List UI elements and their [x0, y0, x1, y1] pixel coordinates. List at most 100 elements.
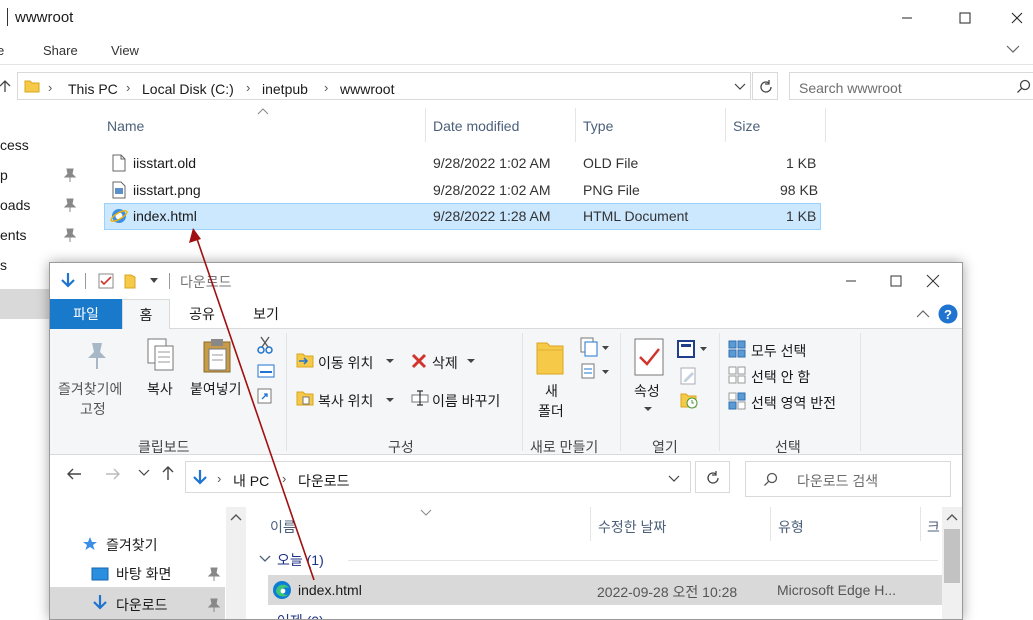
front-address-bar[interactable]: › 내 PC › 다운로드 [185, 461, 691, 493]
collapse-ribbon-icon[interactable] [916, 309, 930, 319]
back-arrow-icon[interactable] [66, 467, 82, 481]
properties-label[interactable]: 속성 [634, 381, 660, 401]
minimize-button[interactable] [828, 265, 874, 297]
nav-downloads[interactable]: 다운로드 [116, 595, 168, 615]
column-name[interactable]: Name [107, 118, 144, 134]
group-collapse-icon[interactable] [259, 555, 271, 563]
up-arrow-icon[interactable] [161, 465, 175, 481]
properties-icon[interactable] [633, 337, 665, 377]
new-folder-label-2[interactable]: 폴더 [538, 401, 564, 421]
column-type[interactable]: Type [583, 118, 613, 134]
select-none-icon[interactable] [728, 366, 746, 384]
delete-label[interactable]: 삭제 [432, 353, 458, 373]
nav-pictures[interactable]: s [0, 257, 7, 273]
new-item-icon[interactable] [580, 337, 610, 357]
back-address-bar[interactable]: › This PC › Local Disk (C:) › inetpub › … [17, 72, 751, 100]
scroll-thumb[interactable] [944, 529, 960, 583]
minimize-button[interactable] [884, 2, 930, 34]
recent-locations-icon[interactable] [138, 469, 150, 477]
breadcrumb-downloads[interactable]: 다운로드 [298, 471, 350, 491]
select-all-label[interactable]: 모두 선택 [751, 341, 806, 361]
copy-label[interactable]: 복사 [147, 379, 173, 399]
copy-icon[interactable] [146, 337, 176, 373]
tab-view[interactable]: View [111, 43, 139, 58]
select-none-label[interactable]: 선택 안 함 [751, 367, 810, 387]
column-size[interactable]: 크 [927, 517, 940, 537]
address-dropdown-icon[interactable] [668, 475, 680, 483]
address-dropdown-icon[interactable] [734, 83, 746, 91]
new-folder-quick-icon[interactable] [124, 273, 136, 289]
move-to-label[interactable]: 이동 위치 [318, 353, 373, 373]
maximize-button[interactable] [942, 2, 988, 34]
tab-share[interactable]: 공유 [176, 299, 228, 329]
refresh-button[interactable] [695, 461, 730, 493]
delete-icon[interactable] [411, 353, 427, 369]
up-arrow-icon[interactable] [0, 79, 12, 93]
back-search-box[interactable]: Search wwwroot [789, 72, 1033, 100]
new-folder-label-1[interactable]: 새 [545, 381, 558, 401]
paste-icon[interactable] [202, 337, 234, 375]
group-header-today[interactable]: 오늘 (1) [277, 550, 324, 570]
help-icon[interactable]: ? [938, 304, 958, 324]
pin-icon[interactable] [64, 228, 76, 242]
nav-documents[interactable]: ents [0, 227, 26, 243]
breadcrumb-local-disk[interactable]: Local Disk (C:) [142, 81, 234, 97]
tab-view[interactable]: 보기 [240, 299, 292, 329]
paste-shortcut-icon[interactable] [257, 386, 273, 404]
copy-to-label[interactable]: 복사 위치 [318, 391, 373, 411]
quick-access-dropdown-icon[interactable] [150, 278, 158, 284]
forward-arrow-icon[interactable] [105, 467, 121, 481]
pin-to-quick-access-icon[interactable] [83, 341, 111, 371]
nav-desktop[interactable]: p [0, 167, 8, 183]
new-folder-icon[interactable] [535, 337, 565, 377]
select-all-icon[interactable] [728, 340, 746, 358]
column-name[interactable]: 이름 [270, 517, 296, 537]
close-button[interactable] [910, 265, 956, 297]
breadcrumb-this-pc[interactable]: This PC [68, 81, 118, 97]
tab-home[interactable]: 홈 [122, 299, 170, 330]
file-row[interactable]: iisstart.old 9/28/2022 1:02 AM OLD File … [104, 150, 821, 177]
nav-favorites[interactable]: 즐겨찾기 [106, 535, 158, 555]
move-to-dropdown-icon[interactable] [386, 359, 394, 364]
paste-label[interactable]: 붙여넣기 [190, 379, 242, 399]
tab-share[interactable]: Share [43, 43, 78, 58]
copy-to-dropdown-icon[interactable] [386, 398, 394, 403]
nav-scrollbar[interactable] [226, 507, 246, 619]
nav-downloads[interactable]: oads [0, 197, 30, 213]
nav-desktop[interactable]: 바탕 화면 [116, 564, 171, 584]
tab-home[interactable]: e [0, 43, 4, 58]
column-date-modified[interactable]: Date modified [433, 118, 519, 134]
breadcrumb-inetpub[interactable]: inetpub [262, 81, 308, 97]
file-row[interactable]: iisstart.png 9/28/2022 1:02 AM PNG File … [104, 177, 821, 204]
rename-icon[interactable] [411, 389, 429, 407]
column-date-modified[interactable]: 수정한 날짜 [598, 517, 666, 537]
breadcrumb-my-pc[interactable]: 내 PC [233, 471, 269, 491]
invert-selection-icon[interactable] [728, 392, 746, 410]
close-button[interactable] [994, 2, 1033, 34]
tab-file[interactable]: 파일 [50, 299, 122, 329]
rename-label[interactable]: 이름 바꾸기 [432, 391, 500, 411]
pin-icon[interactable] [64, 198, 76, 212]
delete-dropdown-icon[interactable] [467, 359, 475, 364]
invert-selection-label[interactable]: 선택 영역 반전 [751, 393, 836, 413]
pin-icon[interactable] [64, 168, 76, 182]
move-to-icon[interactable] [296, 351, 314, 369]
pin-label-2[interactable]: 고정 [80, 399, 106, 419]
history-icon[interactable] [680, 391, 698, 409]
copy-path-icon[interactable] [257, 364, 275, 378]
refresh-button[interactable] [752, 72, 778, 100]
edit-icon[interactable] [680, 367, 698, 385]
chevron-down-icon[interactable] [1006, 44, 1020, 54]
copy-to-icon[interactable] [296, 389, 314, 407]
open-icon[interactable] [676, 339, 710, 359]
file-row-selected[interactable]: index.html 2022-09-28 오전 10:28 Microsoft… [268, 575, 942, 605]
column-type[interactable]: 유형 [778, 517, 804, 537]
group-header-yesterday[interactable]: 어제 (0) [277, 611, 324, 619]
pin-label-1[interactable]: 즐겨찾기에 [58, 379, 122, 399]
front-search-box[interactable]: 다운로드 검색 [745, 461, 951, 497]
pin-icon[interactable] [208, 598, 220, 612]
properties-checkbox-icon[interactable] [98, 273, 114, 289]
cut-icon[interactable] [257, 336, 273, 354]
content-scrollbar[interactable] [942, 507, 962, 619]
nav-quick-access[interactable]: cess [0, 137, 29, 153]
